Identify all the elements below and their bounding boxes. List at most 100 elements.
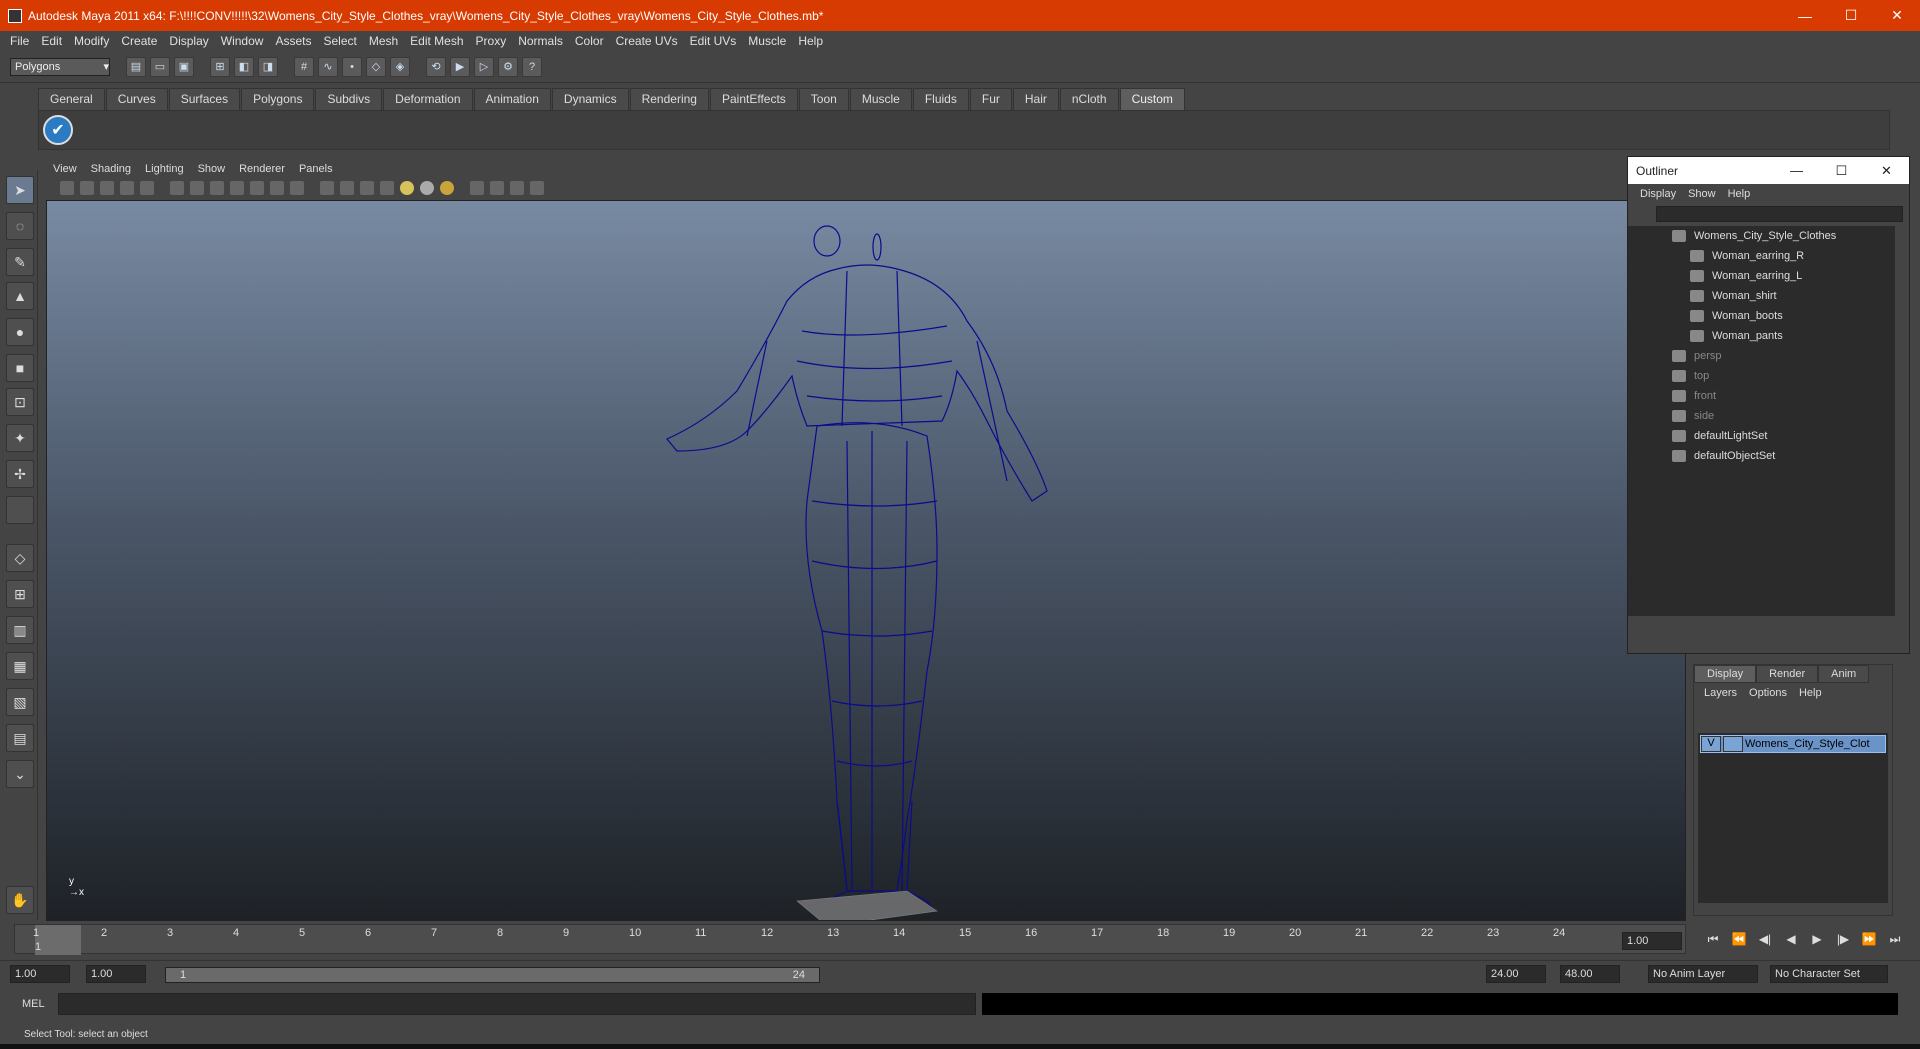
- render-icon[interactable]: ▶: [450, 56, 470, 77]
- outliner-node[interactable]: Woman_boots: [1628, 306, 1895, 326]
- play-forward-icon[interactable]: ▶: [1804, 932, 1830, 950]
- step-forward-key-icon[interactable]: ⏩: [1856, 932, 1882, 950]
- menu-proxy[interactable]: Proxy: [470, 34, 513, 48]
- camera-bookmark-icon[interactable]: [80, 181, 94, 195]
- outliner-close-icon[interactable]: ✕: [1864, 163, 1909, 179]
- shelf-tab-surfaces[interactable]: Surfaces: [168, 88, 241, 110]
- playback-start-field[interactable]: 1.00: [86, 965, 146, 983]
- play-backward-icon[interactable]: ◀: [1778, 932, 1804, 950]
- layer-tab-display[interactable]: Display: [1694, 665, 1757, 683]
- menu-create[interactable]: Create: [115, 34, 163, 48]
- step-back-frame-icon[interactable]: ◀|: [1752, 932, 1778, 950]
- perspective-viewport[interactable]: persp y→x: [46, 200, 1686, 921]
- shelf-tab-dynamics[interactable]: Dynamics: [551, 88, 629, 110]
- open-scene-icon[interactable]: ▭: [150, 56, 170, 77]
- snap-grid-icon[interactable]: #: [294, 56, 314, 77]
- menu-mesh[interactable]: Mesh: [363, 34, 404, 48]
- command-language-label[interactable]: MEL: [22, 998, 45, 1010]
- shelf-tab-curves[interactable]: Curves: [105, 88, 168, 110]
- make-live-icon[interactable]: ◈: [390, 56, 410, 77]
- smooth-shade-icon[interactable]: [340, 181, 354, 195]
- shelf-tab-animation[interactable]: Animation: [473, 88, 551, 110]
- scale-tool-icon[interactable]: ■: [6, 354, 34, 382]
- menu-help[interactable]: Help: [792, 34, 829, 48]
- history-icon[interactable]: ⟲: [426, 56, 446, 77]
- outliner-node[interactable]: front: [1628, 386, 1895, 406]
- single-pane-layout-icon[interactable]: ◇: [6, 544, 34, 572]
- move-tool-icon[interactable]: ▲: [6, 282, 34, 310]
- menu-muscle[interactable]: Muscle: [742, 34, 792, 48]
- outliner-node[interactable]: persp: [1628, 346, 1895, 366]
- paint-select-icon[interactable]: ✎: [6, 248, 34, 276]
- hypershade-layout-icon[interactable]: ▧: [6, 688, 34, 716]
- menu-assets[interactable]: Assets: [269, 34, 317, 48]
- show-manip-icon[interactable]: ✢: [6, 460, 34, 488]
- shelf-tab-muscle[interactable]: Muscle: [849, 88, 912, 110]
- go-to-start-icon[interactable]: ⏮: [1700, 932, 1726, 950]
- go-to-end-icon[interactable]: ⏭: [1882, 932, 1908, 950]
- last-tool-icon[interactable]: [6, 496, 34, 524]
- menu-window[interactable]: Window: [215, 34, 270, 48]
- menu-edit-mesh[interactable]: Edit Mesh: [404, 34, 469, 48]
- rotate-tool-icon[interactable]: ●: [6, 318, 34, 346]
- panel-menu-panels[interactable]: Panels: [292, 163, 340, 175]
- minimize-icon[interactable]: —: [1782, 0, 1828, 31]
- outliner-tree[interactable]: Womens_City_Style_Clothes Woman_earring_…: [1628, 226, 1895, 616]
- snap-point-icon[interactable]: •: [342, 56, 362, 77]
- xray-joints-icon[interactable]: [510, 181, 524, 195]
- layer-menu-layers[interactable]: Layers: [1698, 687, 1743, 699]
- mode-selector[interactable]: Polygons ▾: [10, 57, 110, 76]
- outliner-node[interactable]: defaultObjectSet: [1628, 446, 1895, 466]
- outliner-node[interactable]: top: [1628, 366, 1895, 386]
- menu-file[interactable]: File: [4, 34, 35, 48]
- shelf-tab-deformation[interactable]: Deformation: [383, 88, 473, 110]
- outliner-node[interactable]: Woman_shirt: [1628, 286, 1895, 306]
- menu-display[interactable]: Display: [163, 34, 214, 48]
- start-time-field[interactable]: 1.00: [10, 965, 70, 983]
- menu-create-uvs[interactable]: Create UVs: [610, 34, 684, 48]
- two-d-pan-icon[interactable]: [120, 181, 134, 195]
- grease-pencil-icon[interactable]: [140, 181, 154, 195]
- outliner-node[interactable]: defaultLightSet: [1628, 426, 1895, 446]
- outliner-node[interactable]: Woman_earring_L: [1628, 266, 1895, 286]
- outliner-filter-field[interactable]: [1656, 206, 1903, 222]
- help-icon[interactable]: ?: [522, 56, 542, 77]
- outliner-minimize-icon[interactable]: —: [1774, 163, 1819, 178]
- outliner-menu-show[interactable]: Show: [1682, 188, 1722, 200]
- use-all-lights-icon[interactable]: [400, 181, 414, 195]
- render-settings-icon[interactable]: ⚙: [498, 56, 518, 77]
- time-slider[interactable]: 1 2 3 4 5 6 7 8 9 10 11 12 13 14 15 16 1…: [14, 924, 1686, 955]
- image-plane-icon[interactable]: [100, 181, 114, 195]
- layer-tab-anim[interactable]: Anim: [1818, 665, 1870, 683]
- panel-menu-show[interactable]: Show: [191, 163, 233, 175]
- maximize-icon[interactable]: ☐: [1828, 0, 1874, 31]
- more-layouts-icon[interactable]: ⌄: [6, 760, 34, 788]
- menu-edit-uvs[interactable]: Edit UVs: [684, 34, 743, 48]
- shelf-tab-general[interactable]: General: [38, 88, 105, 110]
- layer-visibility-toggle[interactable]: V: [1701, 736, 1721, 752]
- lasso-tool-icon[interactable]: ◌: [6, 212, 34, 240]
- shelf-tab-toon[interactable]: Toon: [798, 88, 849, 110]
- step-back-key-icon[interactable]: ⏪: [1726, 932, 1752, 950]
- panel-menu-lighting[interactable]: Lighting: [138, 163, 191, 175]
- command-input[interactable]: [58, 993, 976, 1015]
- safe-action-icon[interactable]: [270, 181, 284, 195]
- wireframe-icon[interactable]: [320, 181, 334, 195]
- snap-curve-icon[interactable]: ∿: [318, 56, 338, 77]
- shadows-icon[interactable]: [420, 181, 434, 195]
- shelf-tab-painteffects[interactable]: PaintEffects: [709, 88, 798, 110]
- checkmark-shelf-icon[interactable]: ✔: [43, 115, 73, 145]
- menu-color[interactable]: Color: [569, 34, 610, 48]
- menu-edit[interactable]: Edit: [35, 34, 68, 48]
- select-tool-icon[interactable]: ➤: [6, 176, 34, 204]
- layer-tab-render[interactable]: Render: [1756, 665, 1819, 683]
- new-scene-icon[interactable]: ▤: [126, 56, 146, 77]
- current-time-field[interactable]: 1.00: [1622, 932, 1682, 950]
- shelf-tab-subdivs[interactable]: Subdivs: [315, 88, 383, 110]
- character-set-selector[interactable]: No Character Set: [1770, 965, 1888, 983]
- anim-layer-selector[interactable]: No Anim Layer: [1648, 965, 1758, 983]
- step-forward-frame-icon[interactable]: |▶: [1830, 932, 1856, 950]
- film-gate-icon[interactable]: [190, 181, 204, 195]
- xray-components-icon[interactable]: [530, 181, 544, 195]
- graph-persp-layout-icon[interactable]: ▦: [6, 652, 34, 680]
